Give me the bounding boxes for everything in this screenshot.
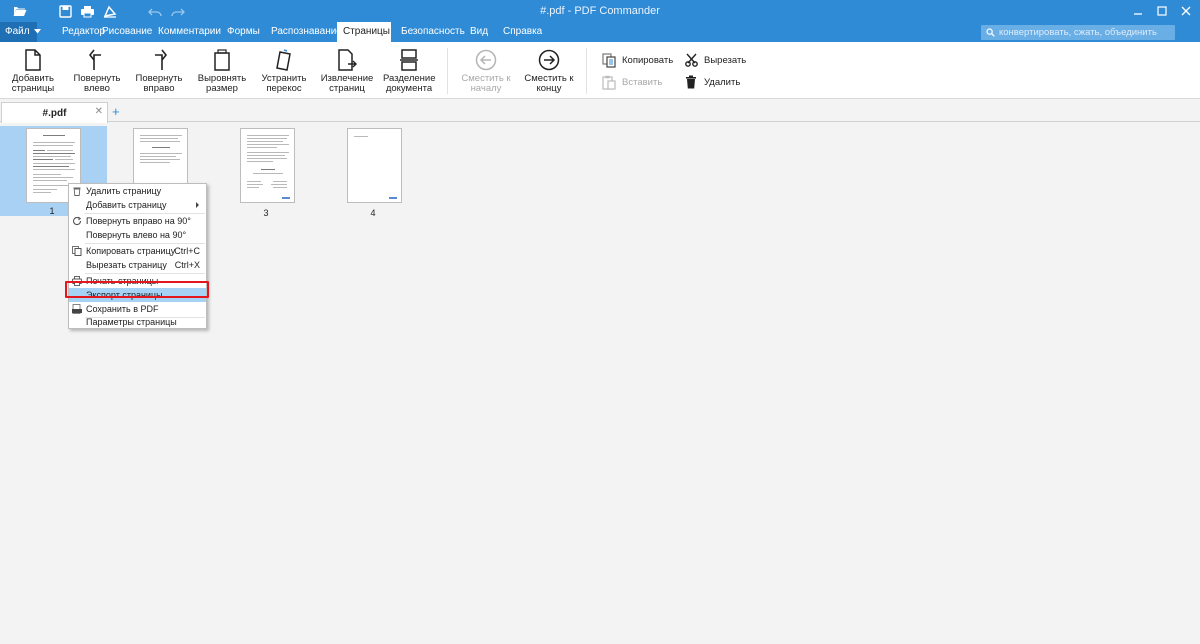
split-document-button[interactable]: Разделение документа [383,48,436,94]
annotation-highlight-box [65,281,209,298]
add-pages-button[interactable]: Добавить страницы [8,48,58,94]
extract-pages-button[interactable]: Извлечение страниц [320,48,374,94]
tab-pages[interactable]: Страницы [337,22,391,42]
menu-item-cut-page[interactable]: Вырезать страницу Ctrl+X [69,258,206,272]
page-preview [347,128,402,203]
tab-view[interactable]: Вид [464,22,494,42]
rotate-right-icon [155,49,167,70]
menu-bar: Файл Редактор Рисование Комментарии Форм… [0,22,1200,42]
pdf-icon [72,304,82,314]
menu-item-save-as-pdf[interactable]: Сохранить в PDF [69,302,206,316]
trash-icon [683,74,699,90]
rotate-clockwise-icon [72,216,82,226]
ribbon-toolbar: Добавить страницы Повернуть влево Поверн… [0,42,1200,99]
search-icon [986,28,995,37]
submenu-arrow-icon [196,202,199,208]
align-size-button[interactable]: Выровнять размер [196,48,248,94]
deskew-button[interactable]: Устранить перекос [258,48,310,94]
delete-button[interactable]: Удалить [683,74,740,90]
file-menu-button[interactable]: Файл [0,22,42,42]
cut-button[interactable]: Вырезать [683,52,746,68]
menu-item-rotate-right-90[interactable]: Повернуть вправо на 90° [69,214,206,228]
new-page-icon [25,49,41,71]
search-input[interactable]: конвертировать, сжать, объединить [981,25,1175,40]
title-bar: #.pdf - PDF Commander [0,0,1200,22]
page-preview [240,128,295,203]
tab-recognition[interactable]: Распознавание [265,22,348,42]
menu-item-page-settings[interactable]: Параметры страницы [69,315,206,329]
page-number: 4 [370,208,376,218]
tab-comments[interactable]: Комментарии [152,22,227,42]
deskew-icon [276,49,291,71]
split-document-icon [400,49,418,71]
arrow-left-circle-icon [475,49,497,71]
window-title: #.pdf - PDF Commander [540,5,660,17]
move-to-end-button[interactable]: Сместить к концу [523,48,575,94]
search-placeholder: конвертировать, сжать, объединить [999,27,1157,38]
close-tab-icon[interactable]: ✕ [95,106,103,117]
document-tab[interactable]: #.pdf ✕ [1,102,108,123]
move-to-start-button[interactable]: Сместить к началу [460,48,512,94]
scissors-icon [683,52,699,68]
document-tab-label: #.pdf [42,108,67,119]
paste-icon [601,74,617,90]
page-thumbnail-3[interactable]: 3 [214,126,321,218]
chevron-down-icon [34,29,42,34]
extract-pages-icon [338,49,357,71]
minimize-icon[interactable] [1126,0,1150,22]
arrow-right-circle-icon [538,49,560,71]
page-number: 3 [263,208,269,218]
menu-item-copy-page[interactable]: Копировать страницу Ctrl+C [69,244,206,258]
tab-forms[interactable]: Формы [221,22,266,42]
menu-item-add-page[interactable]: Добавить страницу [69,198,206,212]
close-icon[interactable] [1174,0,1198,22]
copy-icon [601,52,617,68]
tab-drawing[interactable]: Рисование [96,22,158,42]
rotate-left-icon [89,49,101,70]
rotate-right-button[interactable]: Повернуть вправо [134,48,184,94]
align-size-icon [214,49,230,71]
add-tab-icon[interactable]: + [112,104,120,119]
ribbon-separator [586,48,587,94]
tab-security[interactable]: Безопасность [395,22,471,42]
copy-icon [72,246,82,256]
page-number: 1 [49,206,55,216]
context-menu: Удалить страницу Добавить страницу Повер… [68,183,207,329]
ribbon-separator [447,48,448,94]
maximize-icon[interactable] [1150,0,1174,22]
paste-button[interactable]: Вставить [601,74,662,90]
trash-icon [72,186,82,196]
document-tab-bar: #.pdf ✕ + [0,100,1200,123]
tab-help[interactable]: Справка [497,22,548,42]
copy-button[interactable]: Копировать [601,52,673,68]
menu-item-delete-page[interactable]: Удалить страницу [69,184,206,198]
page-thumbnail-4[interactable]: 4 [321,126,428,218]
rotate-left-button[interactable]: Повернуть влево [72,48,122,94]
menu-item-rotate-left-90[interactable]: Повернуть влево на 90° [69,228,206,242]
